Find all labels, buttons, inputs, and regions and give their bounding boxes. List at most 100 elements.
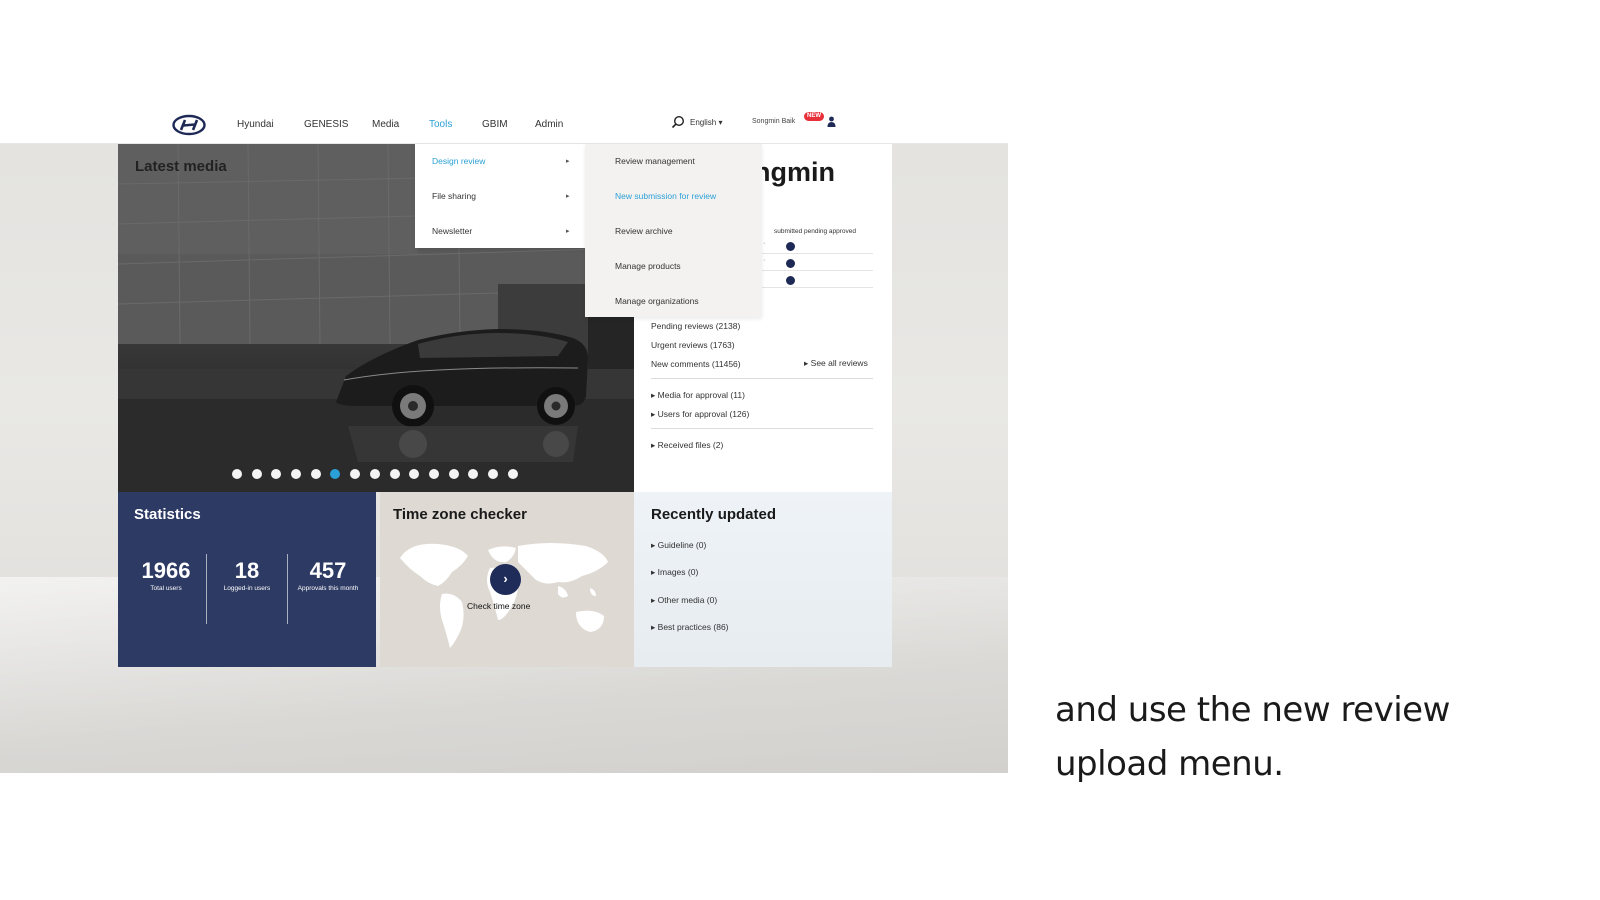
status-dot-icon <box>786 259 795 268</box>
stat-label: Total users <box>150 585 182 592</box>
carousel-dot[interactable] <box>468 469 479 479</box>
users-approval-label: Users for approval (126) <box>657 409 750 419</box>
language-selector[interactable]: English ▾ <box>690 118 723 127</box>
recent-item-label: Other media (0) <box>657 595 718 605</box>
nav-item-genesis[interactable]: GENESIS <box>304 119 348 130</box>
check-time-zone-label[interactable]: Check time zone <box>467 601 530 611</box>
carousel-dot[interactable] <box>291 469 302 479</box>
new-comments-link[interactable]: New comments (11456) <box>651 359 741 369</box>
recent-item-best-practices[interactable]: ▸ Best practices (86) <box>651 622 729 633</box>
chevron-right-icon: ▸ <box>651 567 656 577</box>
media-approval-label: Media for approval (11) <box>657 390 745 400</box>
status-mark: · <box>763 257 766 264</box>
stat-value: 18 <box>234 558 260 583</box>
statistics-title: Statistics <box>134 506 201 523</box>
submenu-arrow-icon: ▸ <box>566 158 570 165</box>
caption-line: upload menu. <box>1055 744 1284 784</box>
welcome-name: ngmin <box>754 157 835 187</box>
nav-item-admin[interactable]: Admin <box>535 119 563 130</box>
carousel-dot[interactable] <box>389 469 400 479</box>
carousel-dot[interactable] <box>251 469 262 479</box>
statistics-card: Statistics 1966 Total users 18 Logged-in… <box>118 492 376 667</box>
recently-updated-card: Recently updated ▸ Guideline (0) ▸ Image… <box>634 492 892 667</box>
chevron-right-icon: ▸ <box>651 440 656 450</box>
carousel-dot[interactable] <box>409 469 420 479</box>
divider <box>651 428 873 429</box>
nav-item-tools[interactable]: Tools <box>429 119 452 130</box>
user-icon[interactable] <box>827 116 836 127</box>
stat-logged-in-users: 18 Logged-in users <box>207 558 287 593</box>
chevron-right-icon: ▸ <box>651 390 656 400</box>
chevron-right-icon: ▸ <box>651 595 656 605</box>
user-name[interactable]: Songmin Baik <box>752 118 795 125</box>
chevron-right-icon: ▸ <box>651 409 656 419</box>
notification-badge[interactable]: NEW <box>804 112 824 121</box>
carousel-dot[interactable] <box>507 469 518 479</box>
timezone-go-button[interactable]: › <box>490 564 521 595</box>
stat-label: Logged-in users <box>223 585 271 592</box>
latest-media-title: Latest media <box>135 158 227 175</box>
stat-approvals: 457 Approvals this month <box>288 558 368 593</box>
stat-label: Approvals this month <box>297 585 359 592</box>
urgent-reviews-link[interactable]: Urgent reviews (1763) <box>651 340 735 350</box>
status-column-header: submitted pending approved <box>774 228 857 235</box>
hyundai-logo-icon[interactable] <box>172 114 206 136</box>
received-files-label: Received files (2) <box>657 440 724 450</box>
recent-item-guideline[interactable]: ▸ Guideline (0) <box>651 540 706 551</box>
pending-reviews-link[interactable]: Pending reviews (2138) <box>651 321 740 331</box>
chevron-down-icon: ▾ <box>718 118 723 127</box>
stat-total-users: 1966 Total users <box>126 558 206 593</box>
submenu-arrow-icon: ▸ <box>566 228 570 235</box>
users-approval-link[interactable]: ▸ Users for approval (126) <box>651 409 749 420</box>
carousel-dot[interactable] <box>350 469 361 479</box>
see-all-label: See all reviews <box>810 358 868 368</box>
tools-menu-level2: Review management New submission for rev… <box>585 144 762 317</box>
nav-item-hyundai[interactable]: Hyundai <box>237 119 274 130</box>
search-icon[interactable] <box>671 115 685 129</box>
recently-updated-title: Recently updated <box>651 506 777 523</box>
carousel-dot[interactable] <box>428 469 439 479</box>
carousel-dot[interactable] <box>271 469 282 479</box>
recent-item-label: Images (0) <box>657 567 699 577</box>
menu-item-newsletter[interactable]: Newsletter <box>432 226 472 236</box>
menu-item-manage-organizations[interactable]: Manage organizations <box>615 296 699 306</box>
recent-item-label: Guideline (0) <box>657 540 707 550</box>
stat-value: 457 <box>309 558 347 583</box>
carousel-dot[interactable] <box>310 469 321 479</box>
see-all-reviews-link[interactable]: ▸ See all reviews <box>804 358 868 369</box>
menu-item-manage-products[interactable]: Manage products <box>615 261 681 271</box>
tools-menu-level1: Design review ▸ File sharing ▸ Newslette… <box>415 144 585 248</box>
carousel-dot[interactable] <box>487 469 498 479</box>
carousel-dot[interactable] <box>232 469 242 479</box>
recent-item-other-media[interactable]: ▸ Other media (0) <box>651 595 717 606</box>
status-dot-icon <box>786 242 795 251</box>
chevron-right-icon: ▸ <box>651 622 656 632</box>
divider <box>651 378 873 379</box>
menu-item-design-review[interactable]: Design review <box>432 156 485 166</box>
status-mark: · <box>763 240 766 247</box>
stat-value: 1966 <box>141 558 191 583</box>
timezone-title: Time zone checker <box>393 506 527 523</box>
nav-item-gbim[interactable]: GBIM <box>482 119 508 130</box>
status-dot-icon <box>786 276 795 285</box>
recent-item-label: Best practices (86) <box>657 622 729 632</box>
carousel-pagination <box>232 469 518 479</box>
carousel-dot[interactable] <box>448 469 459 479</box>
tutorial-caption: and use the new review upload menu. <box>1055 683 1555 791</box>
top-navigation: Hyundai GENESIS Media Tools GBIM Admin E… <box>0 107 1008 144</box>
nav-item-media[interactable]: Media <box>372 119 399 130</box>
chevron-right-icon: ▸ <box>651 540 656 550</box>
menu-item-review-archive[interactable]: Review archive <box>615 226 673 236</box>
recent-item-images[interactable]: ▸ Images (0) <box>651 567 698 578</box>
carousel-dot[interactable] <box>369 469 380 479</box>
media-approval-link[interactable]: ▸ Media for approval (11) <box>651 390 745 401</box>
menu-item-new-submission[interactable]: New submission for review <box>615 191 716 201</box>
caption-line: and use the new review <box>1055 690 1450 730</box>
carousel-dot[interactable] <box>330 469 341 479</box>
timezone-card: Time zone checker › Check time zone <box>380 492 634 667</box>
portal-screenshot: Hyundai GENESIS Media Tools GBIM Admin E… <box>0 107 1008 773</box>
received-files-link[interactable]: ▸ Received files (2) <box>651 440 723 451</box>
menu-item-review-management[interactable]: Review management <box>615 156 695 166</box>
submenu-arrow-icon: ▸ <box>566 193 570 200</box>
menu-item-file-sharing[interactable]: File sharing <box>432 191 476 201</box>
